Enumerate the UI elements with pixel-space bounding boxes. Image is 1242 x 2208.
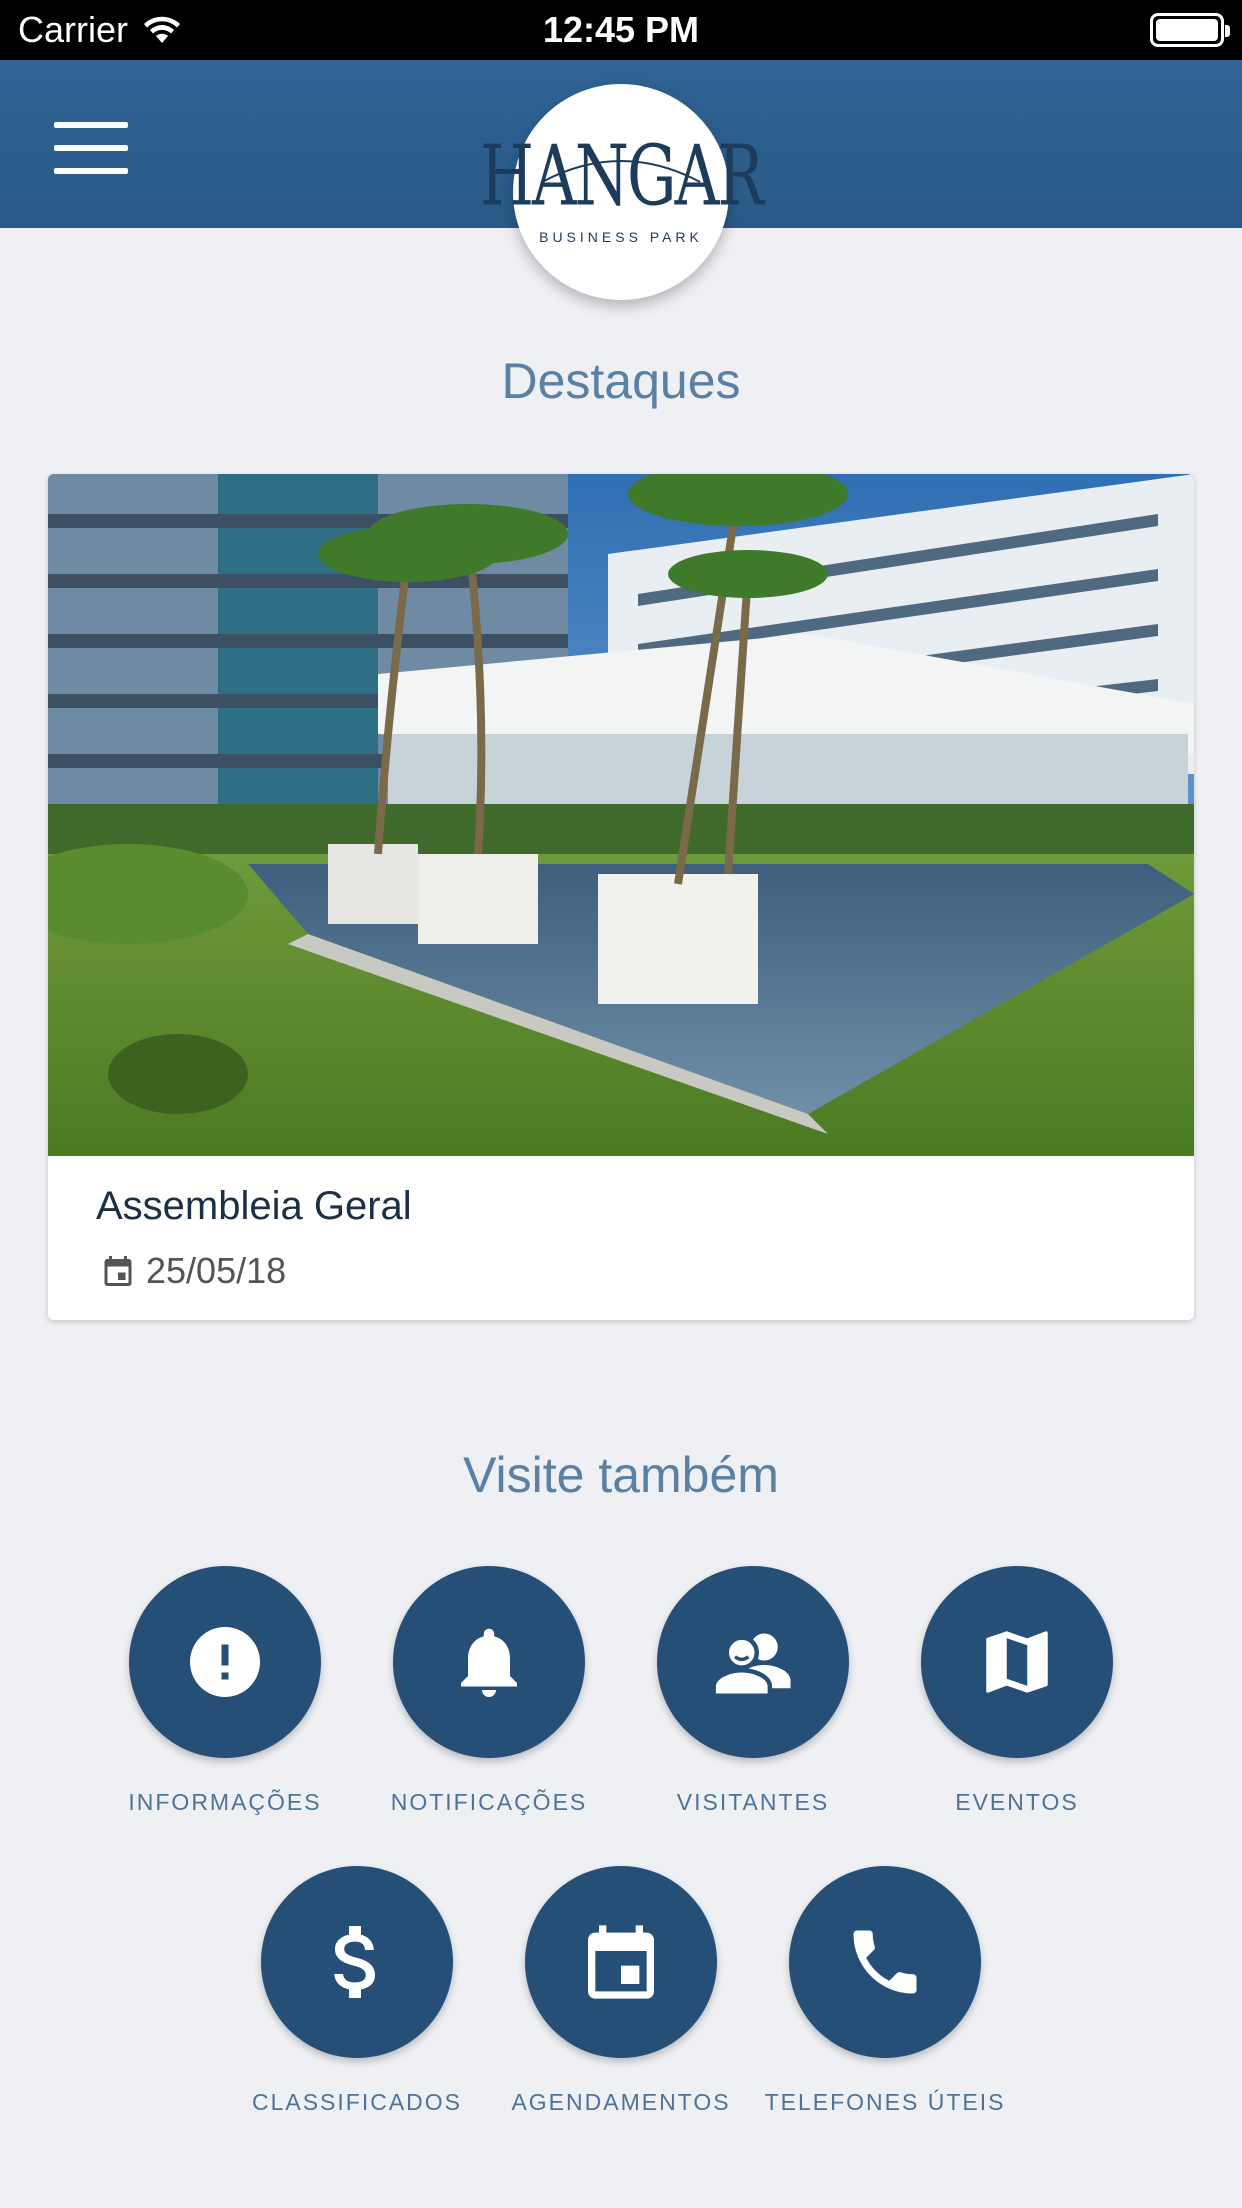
- shortcut-label: NOTIFICAÇÕES: [390, 1789, 588, 1815]
- calendar-small-icon: [104, 1256, 132, 1286]
- shortcut-label: INFORMAÇÕES: [128, 1789, 322, 1815]
- shortcut-label: EVENTOS: [955, 1789, 1079, 1815]
- visitors-icon: [711, 1633, 791, 1698]
- shortcut-label: AGENDAMENTOS: [511, 2089, 731, 2115]
- highlight-card-image: [48, 474, 1194, 1156]
- shortcut-circle: [789, 1866, 981, 2058]
- carrier-label: Carrier: [18, 9, 129, 50]
- highlight-card[interactable]: Assembleia Geral 25/05/18: [48, 474, 1194, 1320]
- visit-title: Visite também: [463, 1447, 779, 1503]
- shortcut-circle: [393, 1566, 585, 1758]
- shortcut-circle: [921, 1566, 1113, 1758]
- logo-subtext: BUSINESS PARK: [539, 229, 703, 245]
- shortcut-label: VISITANTES: [676, 1789, 830, 1815]
- exclamation-icon: [190, 1627, 260, 1697]
- menu-line-icon: [54, 145, 128, 151]
- highlight-card-title: Assembleia Geral: [96, 1184, 412, 1228]
- battery-icon: [1150, 13, 1230, 47]
- calendar-icon: [588, 1925, 654, 1999]
- hangar-logo[interactable]: HANGAR BUSINESS PARK: [480, 84, 764, 300]
- shortcut-informacoes[interactable]: INFORMAÇÕES: [95, 1566, 355, 1820]
- shortcut-telefones-uteis[interactable]: TELEFONES ÚTEIS: [755, 1866, 1015, 2120]
- status-bar: Carrier 12:45 PM: [0, 0, 1242, 60]
- shortcut-circle: [657, 1566, 849, 1758]
- highlight-card-date-row: 25/05/18: [100, 1250, 286, 1292]
- shortcut-label: CLASSIFICADOS: [251, 2089, 463, 2115]
- screen: Carrier 12:45 PM HANGAR BUSINESS PARK De…: [0, 0, 1242, 2208]
- dollar-icon: [334, 1926, 375, 1998]
- phone-icon: [853, 1930, 917, 1994]
- shortcut-eventos[interactable]: EVENTOS: [887, 1566, 1147, 1820]
- menu-line-icon: [54, 168, 128, 174]
- status-left: Carrier: [18, 9, 182, 51]
- shortcut-circle: [261, 1866, 453, 2058]
- highlights-title: Destaques: [501, 353, 741, 409]
- map-icon: [986, 1631, 1048, 1693]
- shortcut-visitantes[interactable]: VISITANTES: [623, 1566, 883, 1820]
- status-time: 12:45 PM: [542, 9, 700, 50]
- hamburger-menu-button[interactable]: [54, 122, 128, 174]
- wifi-icon: [144, 16, 181, 43]
- shortcut-classificados[interactable]: CLASSIFICADOS: [227, 1866, 487, 2120]
- highlight-card-date: 25/05/18: [146, 1250, 287, 1291]
- shortcut-agendamentos[interactable]: AGENDAMENTOS: [491, 1866, 751, 2120]
- menu-line-icon: [54, 122, 128, 128]
- logo-text: HANGAR: [479, 126, 764, 225]
- battery-level: [1156, 19, 1218, 41]
- shortcut-circle: [525, 1866, 717, 2058]
- bell-icon: [461, 1628, 517, 1697]
- shortcut-notificacoes[interactable]: NOTIFICAÇÕES: [359, 1566, 619, 1820]
- shortcut-label: TELEFONES ÚTEIS: [764, 2089, 1006, 2115]
- shortcut-circle: [129, 1566, 321, 1758]
